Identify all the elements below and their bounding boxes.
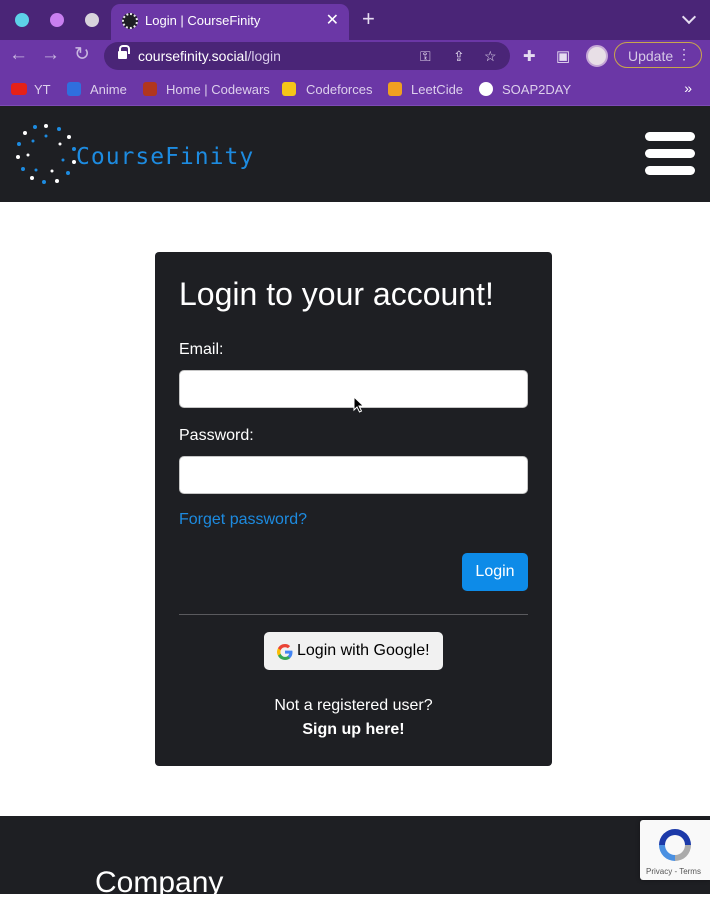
url-text: coursefinity.social/login — [138, 48, 281, 64]
password-field[interactable] — [179, 456, 528, 494]
bookmark-yt[interactable]: YT — [34, 82, 51, 97]
address-bar[interactable]: coursefinity.social/login ⚿ ⇪ ☆ — [104, 42, 510, 70]
codewars-icon — [143, 82, 157, 96]
key-icon[interactable]: ⚿ — [420, 48, 431, 65]
reading-list-icon[interactable]: ▣ — [556, 47, 570, 65]
forward-arrow-icon[interactable]: → — [41, 45, 60, 65]
brand-name[interactable]: CourseFinity — [76, 144, 254, 170]
bookmark-anime[interactable]: Anime — [90, 82, 127, 97]
active-tab[interactable]: Login | CourseFinity ✕ — [111, 4, 349, 40]
browser-toolbar: ← → ↻ coursefinity.social/login ⚿ ⇪ ☆ ✚ … — [0, 40, 710, 72]
google-login-button[interactable]: Login with Google! — [264, 632, 443, 670]
extensions-puzzle-icon[interactable]: ✚ — [523, 47, 536, 65]
divider — [179, 614, 528, 615]
close-tab-icon[interactable]: ✕ — [326, 10, 339, 30]
tab-indicator-3[interactable] — [85, 13, 99, 27]
globe-icon — [479, 82, 493, 96]
more-bookmarks-chevron-icon[interactable]: » — [684, 80, 692, 96]
bookmark-soap2day[interactable]: SOAP2DAY — [502, 82, 571, 97]
google-login-label: Login with Google! — [297, 642, 430, 659]
not-registered-text: Not a registered user? — [274, 697, 433, 714]
tab-indicator-2[interactable] — [50, 13, 64, 27]
tab-indicator-1[interactable] — [15, 13, 29, 27]
bookmark-codeforces[interactable]: Codeforces — [306, 82, 372, 97]
hamburger-menu-icon[interactable] — [645, 130, 697, 178]
tab-search-chevron-icon[interactable] — [681, 9, 697, 25]
mouse-cursor-icon — [353, 396, 365, 413]
bookmark-leetcode[interactable]: LeetCide — [411, 82, 463, 97]
password-label: Password: — [179, 427, 254, 444]
site-footer: Company — [0, 816, 710, 899]
anime-bookmark-icon — [67, 82, 81, 96]
browser-tab-strip: Login | CourseFinity ✕ + — [0, 0, 710, 40]
login-button[interactable]: Login — [462, 553, 528, 591]
bookmarks-bar: YT Anime Home | Codewars Codeforces Leet… — [0, 72, 710, 106]
codeforces-icon — [282, 82, 296, 96]
login-card: Login to your account! Email: Password: … — [155, 252, 552, 766]
recaptcha-badge[interactable]: Privacy - Terms — [640, 820, 710, 880]
share-icon[interactable]: ⇪ — [453, 48, 465, 65]
back-arrow-icon[interactable]: ← — [9, 45, 28, 65]
leetcode-icon — [388, 82, 402, 96]
login-title: Login to your account! — [179, 276, 494, 312]
email-label: Email: — [179, 341, 224, 358]
update-button[interactable]: Update ⋮ — [614, 42, 702, 68]
update-label: Update — [628, 48, 674, 64]
youtube-icon — [11, 83, 27, 95]
tab-title: Login | CourseFinity — [145, 13, 261, 28]
site-header: CourseFinity — [0, 106, 710, 202]
signup-link[interactable]: Sign up here! — [155, 721, 552, 739]
menu-dots-icon[interactable]: ⋮ — [677, 46, 691, 63]
reload-icon[interactable]: ↻ — [74, 45, 90, 65]
new-tab-button[interactable]: + — [362, 8, 375, 30]
footer-company-heading: Company — [95, 866, 224, 899]
recaptcha-links[interactable]: Privacy - Terms — [646, 867, 701, 876]
coursefinity-logo-icon[interactable] — [14, 122, 78, 186]
google-g-icon — [277, 644, 293, 660]
recaptcha-logo-icon — [659, 829, 691, 861]
lock-icon[interactable] — [118, 45, 130, 59]
profile-avatar[interactable] — [586, 45, 608, 67]
bookmark-star-icon[interactable]: ☆ — [484, 48, 497, 65]
forgot-password-link[interactable]: Forget password? — [179, 511, 307, 529]
site-favicon-icon — [122, 13, 138, 29]
bookmark-codewars[interactable]: Home | Codewars — [166, 82, 270, 97]
